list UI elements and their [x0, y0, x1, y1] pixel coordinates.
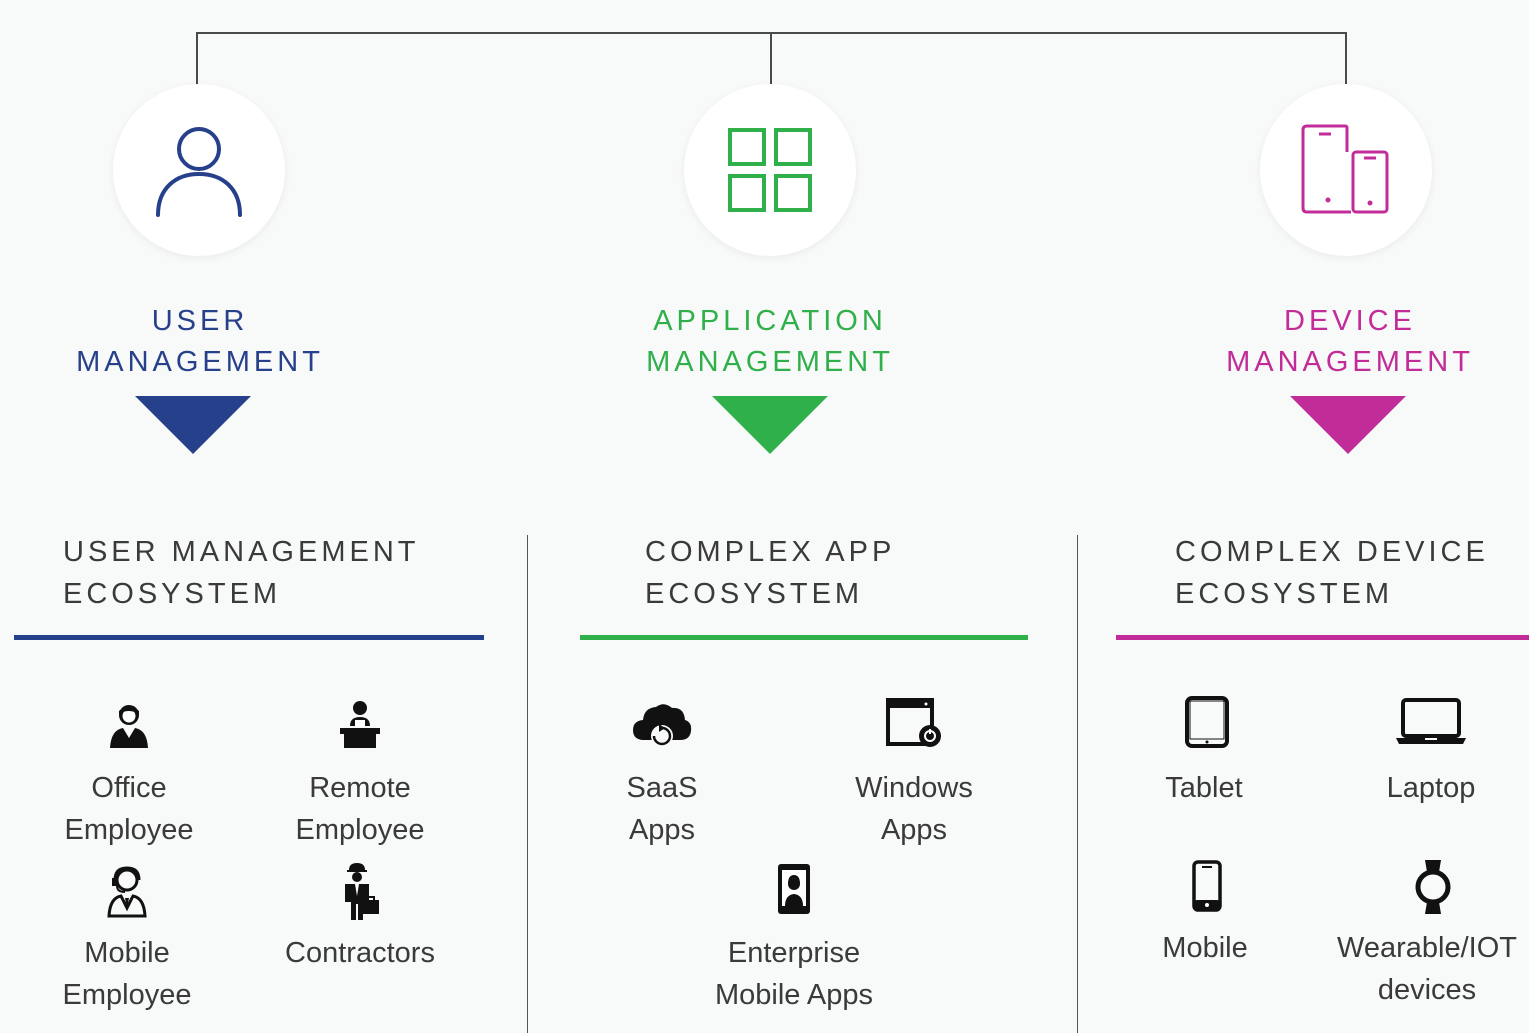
application-eco-line2: ECOSYSTEM [645, 578, 864, 610]
device-underline [1116, 635, 1529, 640]
user-ecosystem-title: USER MANAGEMENT ECOSYSTEM [63, 531, 419, 615]
wearable-iot-line2: devices [1377, 974, 1477, 1006]
tablet-line1: Tablet [1165, 772, 1243, 804]
connector-device [1345, 32, 1347, 84]
enterprise-mobile-apps-label: Enterprise Mobile Apps [715, 932, 873, 1016]
smartwatch-icon [1415, 858, 1451, 921]
user-icon [156, 127, 242, 217]
windows-apps-line2: Apps [880, 814, 948, 846]
device-title-line1: DEVICE [1284, 305, 1416, 337]
cloud-icon [632, 700, 692, 755]
enterprise-mobile-apps-line2: Mobile Apps [715, 979, 873, 1011]
application-title-line1: APPLICATION [653, 305, 887, 337]
remote-employee-line1: Remote [309, 772, 411, 804]
office-employee-icon [108, 702, 150, 753]
user-eco-line2: ECOSYSTEM [63, 578, 282, 610]
mobile-employee-label: Mobile Employee [63, 932, 192, 1016]
office-employee-line1: Office [91, 772, 167, 804]
contractors-label: Contractors [285, 932, 435, 974]
mobile-employee-icon [107, 866, 147, 923]
office-employee-line2: Employee [64, 814, 194, 846]
window-icon [886, 698, 942, 755]
mobile-label: Mobile [1162, 927, 1247, 969]
app-grid-icon [728, 128, 812, 212]
laptop-label: Laptop [1387, 767, 1476, 809]
mobile-employee-line2: Employee [62, 979, 192, 1011]
connector-user [196, 32, 198, 88]
tablet-label: Tablet [1165, 767, 1242, 809]
mobile-employee-line1: Mobile [84, 937, 170, 969]
mobile-app-icon [776, 862, 812, 921]
saas-apps-line1: SaaS [626, 772, 698, 804]
application-management-title: APPLICATION MANAGEMENT [620, 301, 920, 383]
devices-icon [1301, 124, 1389, 214]
contractor-icon [339, 862, 381, 925]
user-management-title: USER MANAGEMENT [50, 301, 350, 383]
connector-application [770, 32, 772, 84]
wearable-iot-line1: Wearable/IOT [1337, 932, 1517, 964]
remote-employee-icon [338, 700, 382, 753]
device-ecosystem-title: COMPLEX DEVICE ECOSYSTEM [1175, 531, 1489, 615]
contractors-line1: Contractors [285, 937, 435, 969]
device-eco-line2: ECOSYSTEM [1175, 578, 1394, 610]
user-arrow [135, 396, 251, 454]
saas-apps-label: SaaS Apps [627, 767, 698, 851]
remote-employee-line2: Employee [295, 814, 425, 846]
user-title-line1: USER [151, 305, 249, 337]
user-circle [113, 84, 285, 256]
laptop-line1: Laptop [1386, 772, 1476, 804]
application-arrow [712, 396, 828, 454]
enterprise-mobile-apps-line1: Enterprise [727, 937, 861, 969]
remote-employee-label: Remote Employee [296, 767, 425, 851]
device-management-title: DEVICE MANAGEMENT [1200, 301, 1500, 383]
user-title-line2: MANAGEMENT [76, 346, 324, 378]
application-ecosystem-title: COMPLEX APP ECOSYSTEM [645, 531, 895, 615]
column-divider-2 [1077, 535, 1078, 1033]
user-eco-line1: USER MANAGEMENT [63, 536, 420, 568]
office-employee-label: Office Employee [65, 767, 194, 851]
column-divider-1 [527, 535, 528, 1033]
wearable-iot-label: Wearable/IOT devices [1337, 927, 1517, 1011]
device-title-line2: MANAGEMENT [1226, 346, 1474, 378]
application-circle [684, 84, 856, 256]
device-eco-line1: COMPLEX DEVICE [1175, 536, 1489, 568]
tablet-icon [1184, 696, 1230, 753]
windows-apps-line1: Windows [855, 772, 973, 804]
device-arrow [1290, 396, 1406, 454]
laptop-icon [1395, 698, 1467, 751]
application-eco-line1: COMPLEX APP [645, 536, 896, 568]
application-title-line2: MANAGEMENT [646, 346, 894, 378]
application-underline [580, 635, 1028, 640]
user-underline [14, 635, 484, 640]
mobile-line1: Mobile [1162, 932, 1248, 964]
mobile-phone-icon [1191, 860, 1223, 917]
windows-apps-label: Windows Apps [855, 767, 973, 851]
device-circle [1260, 84, 1432, 256]
saas-apps-line2: Apps [628, 814, 696, 846]
